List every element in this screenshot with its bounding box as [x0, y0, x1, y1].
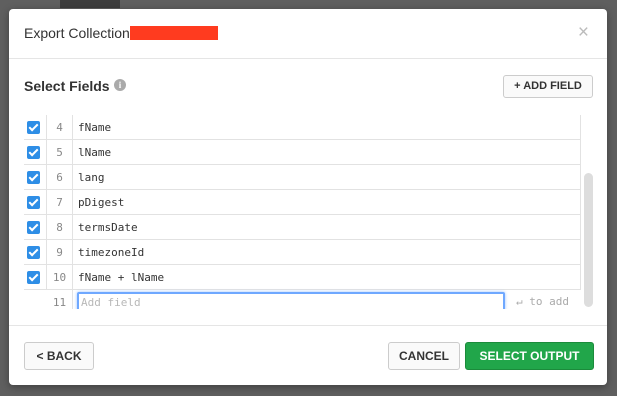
- field-row: 4 fName: [24, 115, 581, 140]
- field-row: 6 lang: [24, 165, 581, 190]
- checkbox-cell: [24, 140, 47, 165]
- row-number: 6: [47, 165, 73, 190]
- select-fields-heading: Select Fields: [24, 78, 110, 94]
- dialog-title: Export Collection: [24, 25, 218, 41]
- field-checkbox[interactable]: [27, 146, 40, 159]
- row-number: 7: [47, 190, 73, 215]
- checkbox-cell: [24, 190, 47, 215]
- row-number: 11: [47, 290, 73, 309]
- field-name[interactable]: lang: [78, 165, 105, 190]
- field-row: 5 lName: [24, 140, 581, 165]
- field-checkbox[interactable]: [27, 246, 40, 259]
- background-toolbar: [60, 0, 120, 8]
- select-output-button[interactable]: SELECT OUTPUT: [465, 342, 594, 370]
- field-checkbox[interactable]: [27, 121, 40, 134]
- field-name[interactable]: termsDate: [78, 215, 138, 240]
- field-checkbox[interactable]: [27, 221, 40, 234]
- field-row: 7 pDigest: [24, 190, 581, 215]
- field-name[interactable]: lName: [78, 140, 111, 165]
- fields-list: 4 fName 5 lName 6 lang 7 pDigest 8 terms…: [24, 115, 581, 309]
- export-collection-dialog: Export Collection × Select Fields i + AD…: [9, 9, 607, 385]
- info-icon[interactable]: i: [114, 79, 126, 91]
- field-name[interactable]: fName: [78, 115, 111, 140]
- scrollbar-thumb[interactable]: [584, 173, 593, 307]
- field-checkbox[interactable]: [27, 196, 40, 209]
- footer-divider: [9, 325, 607, 326]
- checkbox-cell: [24, 215, 47, 240]
- row-number: 10: [47, 265, 73, 290]
- enter-to-add-hint: ↵ to add: [516, 295, 569, 308]
- new-field-row: 11 ↵ to add: [24, 290, 581, 309]
- field-row: 10 fName + lName: [24, 265, 581, 290]
- add-field-input[interactable]: [77, 292, 505, 309]
- field-name[interactable]: timezoneId: [78, 240, 144, 265]
- field-name[interactable]: pDigest: [78, 190, 124, 215]
- field-checkbox[interactable]: [27, 171, 40, 184]
- add-field-button[interactable]: + ADD FIELD: [503, 75, 593, 98]
- row-number: 9: [47, 240, 73, 265]
- checkbox-cell: [24, 115, 47, 140]
- checkbox-cell: [24, 265, 47, 290]
- dialog-title-text: Export Collection: [24, 25, 130, 41]
- back-button[interactable]: < BACK: [24, 342, 94, 370]
- field-row: 8 termsDate: [24, 215, 581, 240]
- field-checkbox[interactable]: [27, 271, 40, 284]
- row-number: 4: [47, 115, 73, 140]
- field-row: 9 timezoneId: [24, 240, 581, 265]
- row-number: 5: [47, 140, 73, 165]
- redacted-collection-name: [129, 26, 218, 40]
- close-icon[interactable]: ×: [578, 23, 589, 42]
- cancel-button[interactable]: CANCEL: [388, 342, 460, 370]
- dialog-header: Export Collection ×: [9, 9, 607, 59]
- field-name[interactable]: fName + lName: [78, 265, 164, 290]
- row-number: 8: [47, 215, 73, 240]
- checkbox-cell: [24, 240, 47, 265]
- checkbox-cell: [24, 165, 47, 190]
